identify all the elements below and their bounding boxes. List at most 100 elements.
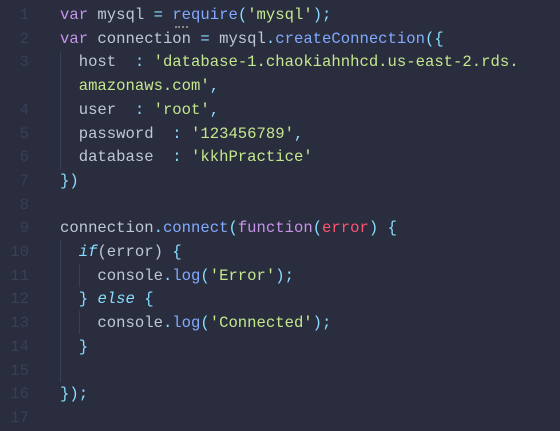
token-fn: createConnection xyxy=(275,29,425,48)
code-line[interactable]: 2 var connection = mysql.createConnection… xyxy=(0,28,560,52)
line-number: 17 xyxy=(10,408,29,427)
code-line[interactable]: 1 var mysql = require('mysql'); xyxy=(0,4,560,28)
code-line[interactable]: 15 xyxy=(0,360,560,384)
token-punc: ( xyxy=(200,314,210,333)
code-text: } else { xyxy=(60,288,154,312)
token-str: 'Connected' xyxy=(209,314,313,333)
line-number: 9 xyxy=(19,219,29,238)
code-line[interactable]: 6 database : 'kkhPractice' xyxy=(0,146,560,170)
token-punc: : xyxy=(134,53,145,72)
token-text: mysql xyxy=(88,6,154,24)
line-number: 14 xyxy=(10,337,29,356)
token-punc: . xyxy=(162,314,173,333)
token-str: 'database-1.chaokiahnhcd.us-east-2.rds. xyxy=(153,53,519,72)
token-str: 'mysql' xyxy=(247,6,313,24)
token-str: amazonaws.com' xyxy=(60,77,210,96)
code-text: console.log('Connected'); xyxy=(60,312,331,336)
token-punc: ({ xyxy=(424,29,444,48)
code-text: password : '123456789', xyxy=(60,123,304,147)
code-text: amazonaws.com', xyxy=(60,75,219,99)
token-text: connection xyxy=(60,219,154,238)
line-number: 11 xyxy=(10,266,29,285)
token-punc: } xyxy=(78,337,89,356)
token-punc: }); xyxy=(60,385,89,404)
token-str: 'Error' xyxy=(209,266,276,285)
token-punc: : xyxy=(172,124,182,143)
code-text: var mysql = require('mysql'); xyxy=(60,4,331,28)
token-kw: var xyxy=(60,6,89,24)
token-text: console xyxy=(60,314,163,333)
token-text: host xyxy=(60,53,135,72)
token-text: password xyxy=(60,124,173,143)
line-number: 6 xyxy=(19,148,29,167)
token-ctl: if xyxy=(78,243,98,261)
code-text: connection.connect(function(error) { xyxy=(60,217,397,241)
code-line[interactable]: 8 xyxy=(0,194,560,218)
line-number: 4 xyxy=(19,100,29,119)
token-fn: require xyxy=(172,6,238,24)
code-text: if(error) { xyxy=(60,241,182,265)
code-text: console.log('Error'); xyxy=(60,265,294,289)
token-str: 'root' xyxy=(153,100,210,119)
token-punc: ); xyxy=(312,6,332,24)
token-str: '123456789' xyxy=(191,124,294,143)
token-punc: { xyxy=(172,243,182,261)
token-text: (error) xyxy=(97,243,173,261)
token-punc: ( xyxy=(312,219,323,238)
code-text: host : 'database-1.chaokiahnhcd.us-east-… xyxy=(60,51,519,75)
line-number: 5 xyxy=(19,124,29,143)
code-line[interactable]: 16}); xyxy=(0,383,560,407)
code-line[interactable]: amazonaws.com', xyxy=(0,75,560,99)
token-text: user xyxy=(60,100,135,119)
token-ctl: else xyxy=(97,290,135,309)
token-punc: , xyxy=(209,77,220,96)
token-punc: = xyxy=(200,29,210,48)
token-kw: function xyxy=(237,219,313,238)
code-line[interactable]: 17 xyxy=(0,407,560,431)
line-number: 13 xyxy=(10,314,29,333)
token-kw: var xyxy=(60,29,89,48)
token-punc: } xyxy=(78,290,89,309)
code-line[interactable]: 11 console.log('Error'); xyxy=(0,265,560,289)
code-line[interactable]: 4 user : 'root', xyxy=(0,99,560,123)
code-editor[interactable]: 1 var mysql = require('mysql'); 2 var conne… xyxy=(0,0,560,427)
token-param: error xyxy=(322,219,369,238)
token-punc: ( xyxy=(200,266,210,285)
code-line[interactable]: 3 host : 'database-1.chaokiahnhcd.us-eas… xyxy=(0,51,560,75)
token-punc: . xyxy=(265,29,276,48)
token-punc: ( xyxy=(228,219,238,238)
line-number: 7 xyxy=(19,171,29,190)
token-text: mysql xyxy=(209,29,266,48)
code-line[interactable]: 7}) xyxy=(0,170,560,194)
token-punc: . xyxy=(153,219,163,238)
token-punc: . xyxy=(162,266,173,285)
token-punc: }) xyxy=(60,171,79,190)
token-punc: ); xyxy=(312,314,332,333)
token-fn: connect xyxy=(162,219,229,238)
code-line[interactable]: 12 } else { xyxy=(0,288,560,312)
token-text: console xyxy=(60,266,163,285)
token-str: 'kkhPractice' xyxy=(191,148,313,167)
token-punc: { xyxy=(144,290,154,309)
line-number: 2 xyxy=(19,29,29,48)
code-line[interactable]: 14 } xyxy=(0,336,560,360)
line-number: 8 xyxy=(19,195,29,214)
code-line[interactable]: 10 if(error) { xyxy=(0,241,560,265)
code-line[interactable]: 13 console.log('Connected'); xyxy=(0,312,560,336)
code-line[interactable]: 5 password : '123456789', xyxy=(0,123,560,147)
line-number: 15 xyxy=(10,361,29,380)
token-punc: , xyxy=(209,100,220,119)
line-number: 1 xyxy=(19,6,29,24)
code-text: user : 'root', xyxy=(60,99,219,123)
token-punc: = xyxy=(153,6,163,24)
code-line[interactable]: 9 connection.connect(function(error) { xyxy=(0,217,560,241)
token-punc: : xyxy=(134,100,145,119)
token-fn: log xyxy=(172,266,201,285)
